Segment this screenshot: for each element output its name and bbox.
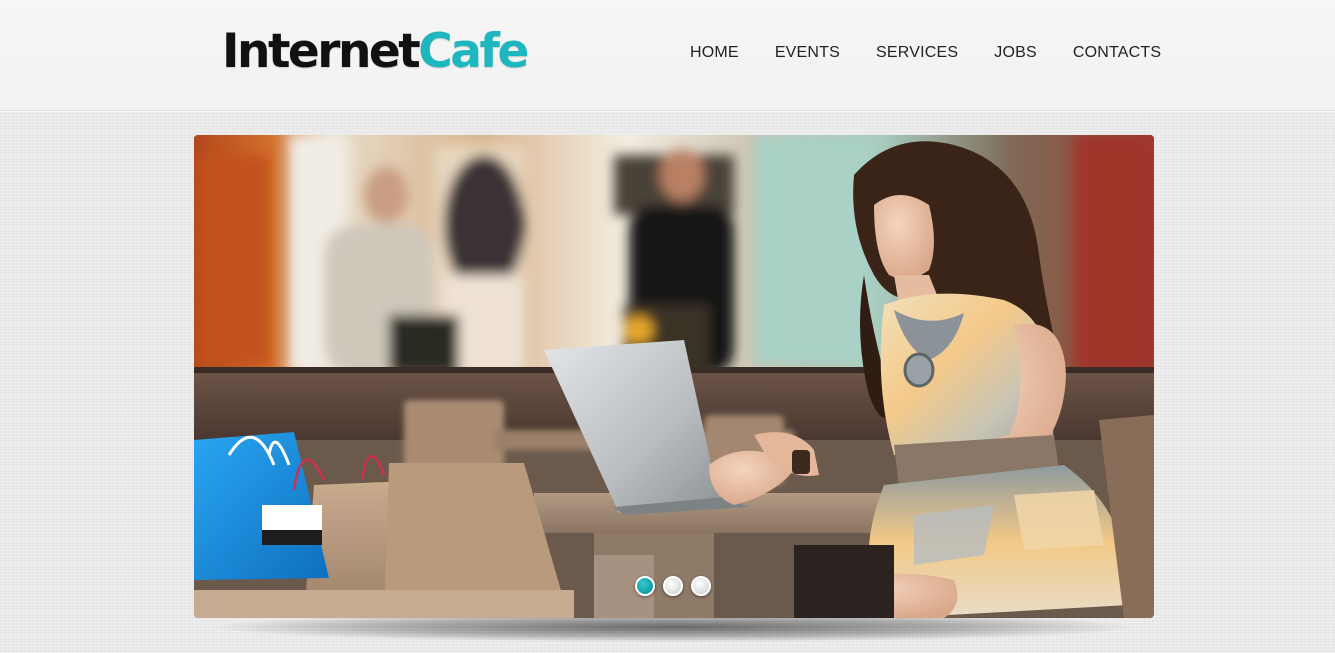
nav-services[interactable]: SERVICES: [876, 43, 958, 63]
slider-dot-2[interactable]: [663, 576, 683, 596]
slide-photo: [194, 135, 1154, 618]
image-slider[interactable]: [194, 135, 1154, 618]
slider-dot-1[interactable]: [635, 576, 655, 596]
nav-home[interactable]: HOME: [690, 43, 739, 63]
logo-word-cafe: Cafe: [418, 24, 529, 79]
logo-word-internet: Internet: [222, 24, 421, 79]
nav-jobs[interactable]: JOBS: [994, 43, 1037, 63]
site-logo[interactable]: InternetCafe: [222, 22, 529, 82]
nav-events[interactable]: EVENTS: [775, 43, 840, 63]
main-nav: HOME EVENTS SERVICES JOBS CONTACTS: [690, 43, 1161, 63]
site-header: InternetCafe HOME EVENTS SERVICES JOBS C…: [0, 0, 1335, 111]
nav-contacts[interactable]: CONTACTS: [1073, 43, 1161, 63]
slider-dot-3[interactable]: [691, 576, 711, 596]
slider-pagination: [635, 576, 719, 596]
